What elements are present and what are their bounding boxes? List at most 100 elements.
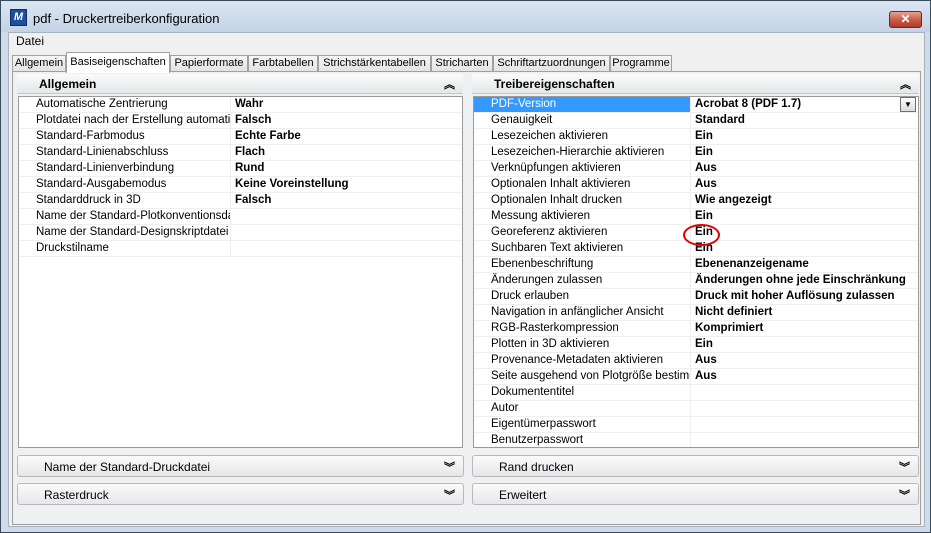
- property-value[interactable]: Flach: [232, 145, 462, 160]
- chevron-down-icon[interactable]: ︾: [899, 459, 910, 475]
- property-value[interactable]: Aus: [692, 369, 918, 384]
- property-value[interactable]: Aus: [692, 353, 918, 368]
- property-row[interactable]: Autor: [474, 401, 918, 417]
- property-row[interactable]: Standard-Linienverbindung Rund: [19, 161, 462, 177]
- property-value[interactable]: [692, 401, 918, 416]
- property-row[interactable]: Standard-Farbmodus Echte Farbe: [19, 129, 462, 145]
- chevron-down-icon[interactable]: ︾: [444, 487, 455, 503]
- property-value[interactable]: Aus: [692, 161, 918, 176]
- property-value[interactable]: Echte Farbe: [232, 129, 462, 144]
- property-name: Name der Standard-Plotkonventionsdat: [19, 209, 231, 224]
- property-value[interactable]: Wie angezeigt: [692, 193, 918, 208]
- property-row[interactable]: PDF-Version Acrobat 8 (PDF 1.7) ▼: [474, 97, 918, 113]
- property-name: Seite ausgehend von Plotgröße bestimm: [474, 369, 691, 384]
- property-row[interactable]: Standarddruck in 3D Falsch: [19, 193, 462, 209]
- property-row[interactable]: Seite ausgehend von Plotgröße bestimm Aus: [474, 369, 918, 385]
- property-name: Optionalen Inhalt aktivieren: [474, 177, 691, 192]
- property-row[interactable]: Standard-Ausgabemodus Keine Voreinstellun…: [19, 177, 462, 193]
- property-value[interactable]: Ebenenanzeigename: [692, 257, 918, 272]
- chevron-down-icon[interactable]: ︾: [899, 487, 910, 503]
- property-row[interactable]: Dokumententitel: [474, 385, 918, 401]
- property-row[interactable]: RGB-Rasterkompression Komprimiert: [474, 321, 918, 337]
- property-row[interactable]: Suchbaren Text aktivieren Ein: [474, 241, 918, 257]
- property-row[interactable]: Name der Standard-Designskriptdatei: [19, 225, 462, 241]
- property-name: Automatische Zentrierung: [19, 97, 231, 112]
- property-name: Dokumententitel: [474, 385, 691, 400]
- property-value[interactable]: [692, 385, 918, 400]
- property-row[interactable]: Eigentümerpasswort: [474, 417, 918, 433]
- section-rand-drucken[interactable]: Rand drucken ︾: [472, 455, 919, 477]
- dropdown-arrow-icon[interactable]: ▼: [900, 97, 916, 112]
- property-value[interactable]: [232, 241, 462, 256]
- property-name: Standard-Linienabschluss: [19, 145, 231, 160]
- property-value[interactable]: Änderungen ohne jede Einschränkung: [692, 273, 918, 288]
- property-row[interactable]: Änderungen zulassen Änderungen ohne jede …: [474, 273, 918, 289]
- property-row[interactable]: Genauigkeit Standard: [474, 113, 918, 129]
- treiber-header[interactable]: Treibereigenschaften ︽: [472, 74, 919, 94]
- property-row[interactable]: Messung aktivieren Ein: [474, 209, 918, 225]
- property-row[interactable]: Standard-Linienabschluss Flach: [19, 145, 462, 161]
- property-value[interactable]: Ein: [692, 337, 918, 352]
- property-value[interactable]: Acrobat 8 (PDF 1.7): [692, 97, 918, 112]
- property-value[interactable]: Ein: [692, 241, 918, 256]
- title-bar[interactable]: M pdf - Druckertreiberkonfiguration ✕: [1, 1, 930, 32]
- chevron-down-icon[interactable]: ︾: [444, 459, 455, 475]
- property-value[interactable]: Rund: [232, 161, 462, 176]
- property-value[interactable]: Ein: [692, 209, 918, 224]
- allgemein-header[interactable]: Allgemein ︽: [17, 74, 463, 94]
- tab-allgemein[interactable]: Allgemein: [12, 55, 66, 72]
- property-name: Optionalen Inhalt drucken: [474, 193, 691, 208]
- property-row[interactable]: Optionalen Inhalt drucken Wie angezeigt: [474, 193, 918, 209]
- property-row[interactable]: Provenance-Metadaten aktivieren Aus: [474, 353, 918, 369]
- menu-datei[interactable]: Datei: [16, 34, 44, 48]
- property-row[interactable]: Druck erlauben Druck mit hoher Auflösung …: [474, 289, 918, 305]
- tab-programme[interactable]: Programme: [610, 55, 672, 72]
- property-value[interactable]: [232, 225, 462, 240]
- close-button[interactable]: ✕: [889, 11, 922, 28]
- property-row[interactable]: Lesezeichen aktivieren Ein: [474, 129, 918, 145]
- property-name: Benutzerpasswort: [474, 433, 691, 447]
- tab-basiseigenschaften[interactable]: Basiseigenschaften: [66, 52, 170, 73]
- property-value[interactable]: Falsch: [232, 193, 462, 208]
- chevron-up-icon[interactable]: ︽: [900, 76, 911, 92]
- property-value[interactable]: [232, 209, 462, 224]
- property-row[interactable]: Ebenenbeschriftung Ebenenanzeigename: [474, 257, 918, 273]
- section-erweitert[interactable]: Erweitert ︾: [472, 483, 919, 505]
- property-value[interactable]: Keine Voreinstellung: [232, 177, 462, 192]
- property-row[interactable]: Navigation in anfänglicher Ansicht Nicht …: [474, 305, 918, 321]
- property-row[interactable]: Verknüpfungen aktivieren Aus: [474, 161, 918, 177]
- tab-schriftartzuordnungen[interactable]: Schriftartzuordnungen: [493, 55, 610, 72]
- property-value[interactable]: Ein: [692, 145, 918, 160]
- chevron-up-icon[interactable]: ︽: [444, 76, 455, 92]
- property-name: Genauigkeit: [474, 113, 691, 128]
- property-value[interactable]: Ein: [692, 225, 918, 240]
- property-value[interactable]: Ein: [692, 129, 918, 144]
- property-row[interactable]: Automatische Zentrierung Wahr: [19, 97, 462, 113]
- section-standard-druckdatei[interactable]: Name der Standard-Druckdatei ︾: [17, 455, 464, 477]
- property-row[interactable]: Optionalen Inhalt aktivieren Aus: [474, 177, 918, 193]
- property-value[interactable]: Standard: [692, 113, 918, 128]
- property-value[interactable]: Nicht definiert: [692, 305, 918, 320]
- property-row[interactable]: Druckstilname: [19, 241, 462, 257]
- tab-farbtabellen[interactable]: Farbtabellen: [248, 55, 318, 72]
- tab-stricharten[interactable]: Stricharten: [431, 55, 493, 72]
- property-row[interactable]: Plotten in 3D aktivieren Ein: [474, 337, 918, 353]
- property-row[interactable]: Georeferenz aktivieren Ein: [474, 225, 918, 241]
- property-value[interactable]: Falsch: [232, 113, 462, 128]
- property-value[interactable]: Wahr: [232, 97, 462, 112]
- section-title: Erweitert: [499, 488, 547, 502]
- tab-content: Allgemein ︽ Automatische Zentrierung Wahr…: [12, 71, 921, 525]
- property-row[interactable]: Name der Standard-Plotkonventionsdat: [19, 209, 462, 225]
- property-name: Änderungen zulassen: [474, 273, 691, 288]
- tab-papierformate[interactable]: Papierformate: [170, 55, 248, 72]
- property-row[interactable]: Lesezeichen-Hierarchie aktivieren Ein: [474, 145, 918, 161]
- property-value[interactable]: Aus: [692, 177, 918, 192]
- property-value[interactable]: [692, 417, 918, 432]
- section-rasterdruck[interactable]: Rasterdruck ︾: [17, 483, 464, 505]
- property-value[interactable]: [692, 433, 918, 447]
- property-value[interactable]: Komprimiert: [692, 321, 918, 336]
- property-row[interactable]: Benutzerpasswort: [474, 433, 918, 447]
- tab-strichstaerkentabellen[interactable]: Strichstärkentabellen: [318, 55, 431, 72]
- property-row[interactable]: Plotdatei nach der Erstellung automatis F…: [19, 113, 462, 129]
- property-value[interactable]: Druck mit hoher Auflösung zulassen: [692, 289, 918, 304]
